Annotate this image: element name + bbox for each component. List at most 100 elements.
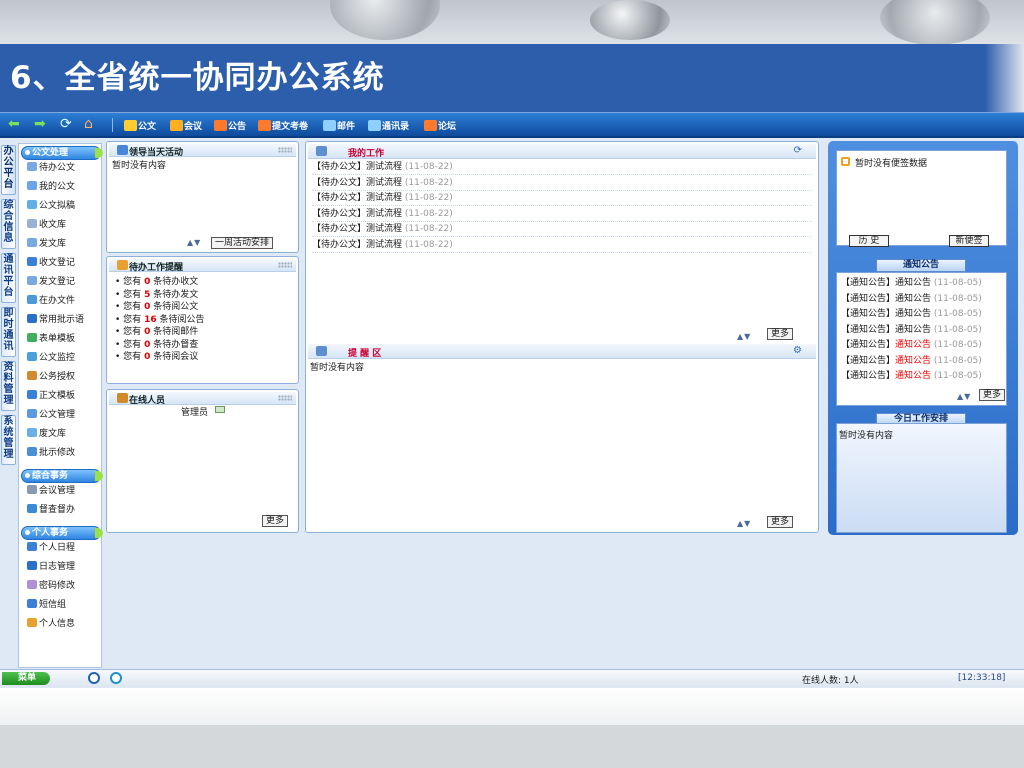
notice-row[interactable]: 【通知公告】通知公告 (11-08-05) — [841, 337, 982, 350]
notice-tab[interactable]: 通知公告 — [876, 259, 966, 272]
work-row[interactable]: 【待办公文】测试流程 (11-08-22) — [312, 177, 453, 189]
notice-name[interactable]: 通知公告 — [895, 309, 931, 319]
settings-icon[interactable]: ⚙ — [793, 345, 802, 356]
todo-row[interactable]: • 您有 0 条待办收文 — [115, 274, 198, 287]
new-note-button[interactable]: 新便签 — [949, 235, 989, 247]
notice-row[interactable]: 【通知公告】通知公告 (11-08-05) — [841, 275, 982, 288]
vtab-instant-message[interactable]: 即时通讯 — [1, 307, 16, 357]
message-icon[interactable] — [215, 406, 225, 413]
menu-item[interactable]: 废文库 — [27, 427, 101, 441]
notice-row[interactable]: 【通知公告】通知公告 (11-08-05) — [841, 384, 982, 386]
menu-item[interactable]: 个人日程 — [27, 541, 101, 555]
vtab-general-info[interactable]: 综合信息 — [1, 199, 16, 249]
remind-more-button[interactable]: 更多 — [767, 516, 794, 528]
forward-arrow-icon[interactable]: ➡ — [34, 116, 46, 132]
circle-right-icon[interactable] — [110, 672, 122, 684]
drag-handle-icon[interactable] — [278, 395, 292, 401]
menu-item[interactable]: 在办文件 — [27, 294, 101, 308]
work-name[interactable]: 测试流程 — [366, 209, 402, 219]
circle-left-icon[interactable] — [88, 672, 100, 684]
toolbar-exam[interactable]: 提文考卷 — [258, 119, 308, 132]
my-work-more-button[interactable]: 更多 — [767, 328, 794, 340]
menu-item[interactable]: 收文库 — [27, 218, 101, 232]
week-schedule-button[interactable]: 一周活动安排 — [211, 237, 274, 249]
menu-item[interactable]: 日志管理 — [27, 560, 101, 574]
home-icon[interactable]: ⌂ — [84, 116, 93, 132]
work-row[interactable]: 【待办公文】测试流程 (11-08-22) — [312, 239, 453, 251]
refresh-icon[interactable]: ⟳ — [794, 145, 802, 156]
notice-name[interactable]: 通知公告 — [895, 340, 931, 350]
notice-name[interactable]: 通知公告 — [895, 278, 931, 288]
scroll-arrows-icon[interactable]: ▲▼ — [737, 332, 751, 341]
drag-handle-icon[interactable] — [278, 262, 292, 268]
online-users-more-button[interactable]: 更多 — [262, 515, 289, 527]
notice-row[interactable]: 【通知公告】通知公告 (11-08-05) — [841, 306, 982, 319]
todo-row[interactable]: • 您有 5 条待办发文 — [115, 287, 198, 300]
todo-row[interactable]: • 您有 0 条待阅邮件 — [115, 324, 198, 337]
menu-item[interactable]: 密码修改 — [27, 579, 101, 593]
work-name[interactable]: 测试流程 — [366, 193, 402, 203]
notice-row[interactable]: 【通知公告】通知公告 (11-08-05) — [841, 368, 982, 381]
todo-row[interactable]: • 您有 16 条待阅公告 — [115, 312, 204, 325]
back-arrow-icon[interactable]: ⬅ — [8, 116, 20, 132]
notice-row[interactable]: 【通知公告】通知公告 (11-08-05) — [841, 353, 982, 366]
menu-group-affairs[interactable]: 综合事务 — [21, 469, 103, 483]
menu-item[interactable]: 常用批示语 — [27, 313, 101, 327]
todo-row[interactable]: • 您有 0 条待办督查 — [115, 337, 198, 350]
notice-name[interactable]: 通知公告 — [895, 325, 931, 335]
menu-item[interactable]: 公文管理 — [27, 408, 101, 422]
notice-row[interactable]: 【通知公告】通知公告 (11-08-05) — [841, 291, 982, 304]
menu-item[interactable]: 发文库 — [27, 237, 101, 251]
toolbar-address-book[interactable]: 通讯录 — [368, 119, 409, 132]
start-menu-button[interactable]: 菜单 — [2, 672, 50, 685]
menu-item[interactable]: 待办公文 — [27, 161, 101, 175]
scroll-arrows-icon[interactable]: ▲▼ — [187, 238, 201, 247]
toolbar-meeting[interactable]: 会议 — [170, 119, 202, 132]
menu-item[interactable]: 表单模板 — [27, 332, 101, 346]
menu-item[interactable]: 发文登记 — [27, 275, 101, 289]
work-name[interactable]: 测试流程 — [366, 178, 402, 188]
menu-item[interactable]: 正文模板 — [27, 389, 101, 403]
work-row[interactable]: 【待办公文】测试流程 (11-08-22) — [312, 208, 453, 220]
work-row[interactable]: 【待办公文】测试流程 (11-08-22) — [312, 223, 453, 235]
work-name[interactable]: 测试流程 — [366, 224, 402, 234]
menu-item[interactable]: 批示修改 — [27, 446, 101, 460]
notice-more-button[interactable]: 更多 — [979, 389, 1006, 401]
work-name[interactable]: 测试流程 — [366, 162, 402, 172]
vtab-office-platform[interactable]: 办公平台 — [1, 145, 16, 195]
work-name[interactable]: 测试流程 — [366, 240, 402, 250]
notice-name[interactable]: 通知公告 — [895, 294, 931, 304]
menu-group-documents[interactable]: 公文处理 — [21, 146, 103, 160]
toolbar-mail[interactable]: 邮件 — [323, 119, 355, 132]
toolbar-notice[interactable]: 公告 — [214, 119, 246, 132]
menu-item[interactable]: 我的公文 — [27, 180, 101, 194]
notice-name[interactable]: 通知公告 — [895, 371, 931, 381]
online-user-name[interactable]: 管理员 — [181, 405, 208, 418]
todo-row[interactable]: • 您有 0 条待阅会议 — [115, 349, 198, 362]
toolbar-document[interactable]: 公文 — [124, 119, 156, 132]
work-row[interactable]: 【待办公文】测试流程 (11-08-22) — [312, 161, 453, 173]
menu-item[interactable]: 督查督办 — [27, 503, 101, 517]
menu-item[interactable]: 公文监控 — [27, 351, 101, 365]
refresh-icon[interactable]: ⟳ — [60, 116, 72, 132]
menu-item[interactable]: 收文登记 — [27, 256, 101, 270]
notice-row[interactable]: 【通知公告】通知公告 (11-08-05) — [841, 322, 982, 335]
menu-group-personal[interactable]: 个人事务 — [21, 526, 103, 540]
vtab-data-management[interactable]: 资料管理 — [1, 361, 16, 411]
toolbar-forum[interactable]: 论坛 — [424, 119, 456, 132]
menu-item[interactable]: 公文拟稿 — [27, 199, 101, 213]
notes-history-button[interactable]: 历 史 — [849, 235, 889, 247]
drag-handle-icon[interactable] — [278, 147, 292, 153]
vtab-communication[interactable]: 通讯平台 — [1, 253, 16, 303]
menu-item[interactable]: 短信组 — [27, 598, 101, 612]
menu-item[interactable]: 会议管理 — [27, 484, 101, 498]
scroll-arrows-icon[interactable]: ▲▼ — [737, 519, 751, 528]
notice-name[interactable]: 通知公告 — [895, 356, 931, 366]
todo-row[interactable]: • 您有 0 条待阅公文 — [115, 299, 198, 312]
menu-item[interactable]: 个人信息 — [27, 617, 101, 631]
menu-item[interactable]: 公务授权 — [27, 370, 101, 384]
vtab-system-management[interactable]: 系统管理 — [1, 415, 16, 465]
scroll-arrows-icon[interactable]: ▲▼ — [957, 392, 971, 401]
water-drop-decoration — [590, 0, 670, 40]
work-row[interactable]: 【待办公文】测试流程 (11-08-22) — [312, 192, 453, 204]
